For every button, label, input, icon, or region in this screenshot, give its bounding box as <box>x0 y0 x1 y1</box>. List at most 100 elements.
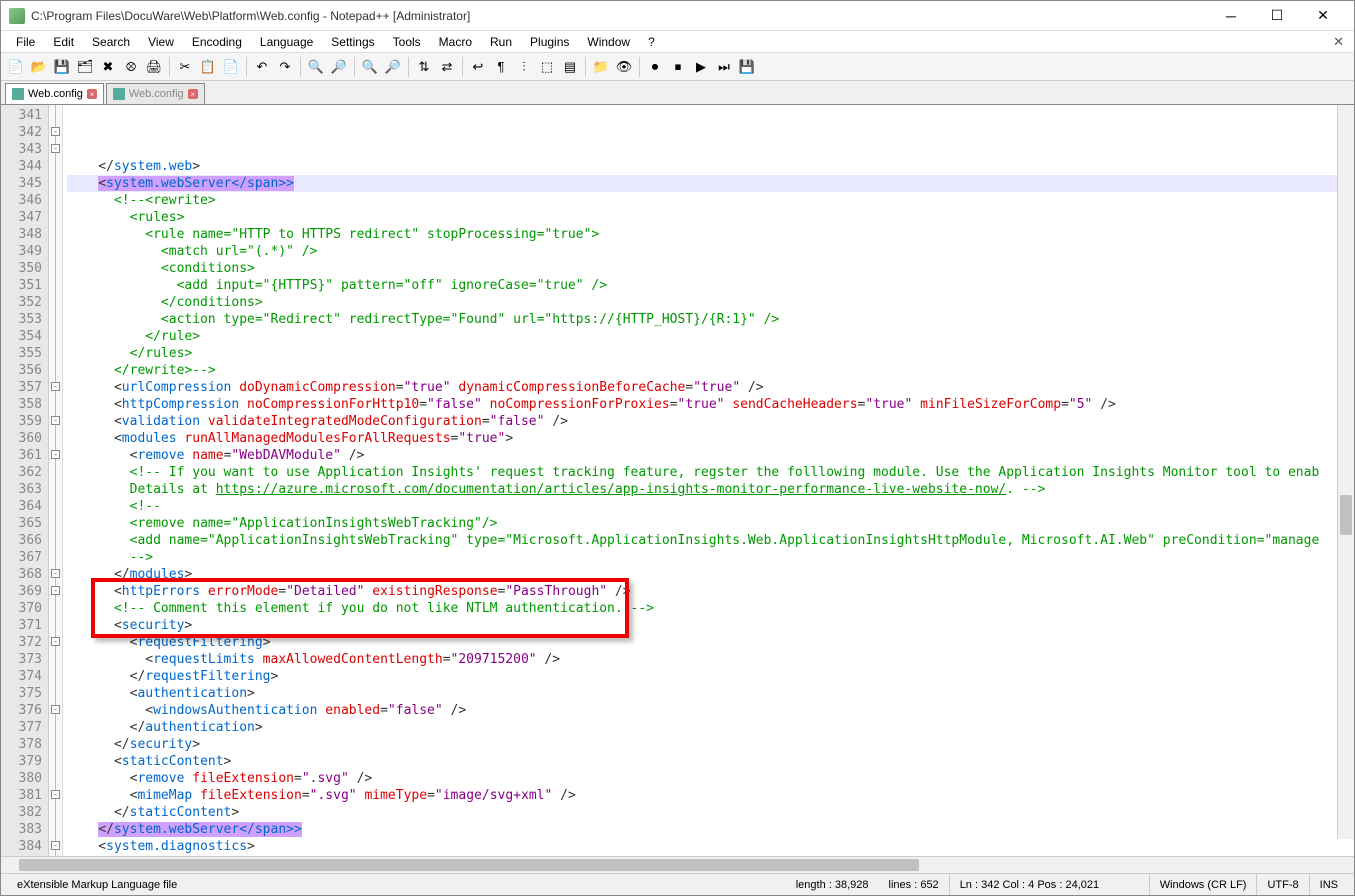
code-line[interactable]: </security> <box>67 736 1350 753</box>
sync-h-icon[interactable]: ⇄ <box>436 56 458 78</box>
code-line[interactable]: <staticContent> <box>67 753 1350 770</box>
sync-v-icon[interactable]: ⇅ <box>413 56 435 78</box>
open-icon[interactable]: 📂 <box>28 56 50 78</box>
find-icon[interactable]: 🔍 <box>305 56 327 78</box>
stop-icon[interactable]: ⏹ <box>667 56 689 78</box>
save-macro-icon[interactable]: 💾 <box>736 56 758 78</box>
replace-icon[interactable]: 🔎 <box>328 56 350 78</box>
link[interactable]: https://azure.microsoft.com/documentatio… <box>216 482 1007 497</box>
doc-map-icon[interactable]: ▤ <box>559 56 581 78</box>
code-line[interactable]: <validation validateIntegratedModeConfig… <box>67 413 1350 430</box>
code-line[interactable]: </modules> <box>67 566 1350 583</box>
code-line[interactable]: </conditions> <box>67 294 1350 311</box>
close-all-icon[interactable]: ⮾ <box>120 56 142 78</box>
code-line[interactable]: <urlCompression doDynamicCompression="tr… <box>67 379 1350 396</box>
fold-toggle-icon[interactable]: - <box>51 637 60 646</box>
code-content[interactable]: </system.web> <system.webServer</span>> … <box>63 105 1354 856</box>
code-line[interactable]: <remove name="ApplicationInsightsWebTrac… <box>67 515 1350 532</box>
code-line[interactable]: <authentication> <box>67 685 1350 702</box>
horizontal-scrollbar-thumb[interactable] <box>19 859 919 871</box>
minimize-button[interactable]: ─ <box>1208 1 1254 31</box>
code-line[interactable]: </rule> <box>67 328 1350 345</box>
code-line[interactable]: <remove name="WebDAVModule" /> <box>67 447 1350 464</box>
close-button[interactable]: ✕ <box>1300 1 1346 31</box>
code-line[interactable]: <add input="{HTTPS}" pattern="off" ignor… <box>67 277 1350 294</box>
tab-1[interactable]: Web.config× <box>106 83 205 104</box>
menu-run[interactable]: Run <box>481 32 521 52</box>
menu-macro[interactable]: Macro <box>430 32 481 52</box>
code-line[interactable]: --> <box>67 549 1350 566</box>
code-line[interactable]: </authentication> <box>67 719 1350 736</box>
code-line[interactable]: <requestLimits maxAllowedContentLength="… <box>67 651 1350 668</box>
zoom-out-icon[interactable]: 🔎 <box>382 56 404 78</box>
cut-icon[interactable]: ✂ <box>174 56 196 78</box>
fold-toggle-icon[interactable]: - <box>51 790 60 799</box>
code-line[interactable]: <!-- If you want to use Application Insi… <box>67 464 1350 481</box>
code-line[interactable]: <action type="Redirect" redirectType="Fo… <box>67 311 1350 328</box>
code-line[interactable]: </rewrite>--> <box>67 362 1350 379</box>
code-line[interactable]: <remove fileExtension=".svg" /> <box>67 770 1350 787</box>
menu-view[interactable]: View <box>139 32 183 52</box>
copy-icon[interactable]: 📋 <box>197 56 219 78</box>
new-file-icon[interactable]: 📄 <box>5 56 27 78</box>
save-icon[interactable]: 💾 <box>51 56 73 78</box>
code-line[interactable]: <httpErrors errorMode="Detailed" existin… <box>67 583 1350 600</box>
menubar-close-icon[interactable]: ✕ <box>1333 34 1344 50</box>
close-icon[interactable]: ✖ <box>97 56 119 78</box>
code-line[interactable]: <windowsAuthentication enabled="false" /… <box>67 702 1350 719</box>
menu-language[interactable]: Language <box>251 32 322 52</box>
menu-?[interactable]: ? <box>639 32 664 52</box>
tab-close-icon[interactable]: × <box>87 89 97 99</box>
fold-toggle-icon[interactable]: - <box>51 450 60 459</box>
menu-settings[interactable]: Settings <box>322 32 383 52</box>
fold-toggle-icon[interactable]: - <box>51 705 60 714</box>
code-line[interactable]: <conditions> <box>67 260 1350 277</box>
code-line[interactable]: <security> <box>67 617 1350 634</box>
editor-area[interactable]: 3413423433443453463473483493503513523533… <box>1 105 1354 856</box>
show-all-icon[interactable]: ¶ <box>490 56 512 78</box>
code-line[interactable]: <mimeMap fileExtension=".svg" mimeType="… <box>67 787 1350 804</box>
code-line[interactable]: <requestFiltering> <box>67 634 1350 651</box>
code-line[interactable]: <modules runAllManagedModulesForAllReque… <box>67 430 1350 447</box>
maximize-button[interactable]: ☐ <box>1254 1 1300 31</box>
paste-icon[interactable]: 📄 <box>220 56 242 78</box>
fold-toggle-icon[interactable]: - <box>51 144 60 153</box>
fold-margin[interactable]: ----------- <box>49 105 63 856</box>
code-line[interactable]: <rules> <box>67 209 1350 226</box>
code-line[interactable]: <system.diagnostics> <box>67 838 1350 855</box>
menu-window[interactable]: Window <box>578 32 639 52</box>
zoom-in-icon[interactable]: 🔍 <box>359 56 381 78</box>
menu-encoding[interactable]: Encoding <box>183 32 251 52</box>
code-line[interactable]: <add name="ApplicationInsightsWebTrackin… <box>67 532 1350 549</box>
wrap-icon[interactable]: ↩ <box>467 56 489 78</box>
fold-toggle-icon[interactable]: - <box>51 127 60 136</box>
menu-file[interactable]: File <box>7 32 44 52</box>
code-line[interactable]: </requestFiltering> <box>67 668 1350 685</box>
code-line[interactable]: <httpCompression noCompressionForHttp10=… <box>67 396 1350 413</box>
code-line[interactable]: </staticContent> <box>67 804 1350 821</box>
undo-icon[interactable]: ↶ <box>251 56 273 78</box>
code-line[interactable]: <match url="(.*)" /> <box>67 243 1350 260</box>
code-line[interactable]: <system.webServer</span>> <box>67 175 1350 192</box>
fold-toggle-icon[interactable]: - <box>51 569 60 578</box>
record-icon[interactable]: ⏺ <box>644 56 666 78</box>
horizontal-scrollbar[interactable] <box>1 856 1354 873</box>
fold-toggle-icon[interactable]: - <box>51 416 60 425</box>
code-line[interactable]: <!-- Comment this element if you do not … <box>67 600 1350 617</box>
vertical-scrollbar[interactable] <box>1337 105 1354 839</box>
code-line[interactable]: <!-- <box>67 498 1350 515</box>
menu-edit[interactable]: Edit <box>44 32 83 52</box>
code-line[interactable]: <rule name="HTTP to HTTPS redirect" stop… <box>67 226 1350 243</box>
redo-icon[interactable]: ↷ <box>274 56 296 78</box>
menu-tools[interactable]: Tools <box>384 32 430 52</box>
code-line[interactable]: </system.web> <box>67 158 1350 175</box>
folder-icon[interactable]: 📁 <box>590 56 612 78</box>
play-icon[interactable]: ▶ <box>690 56 712 78</box>
monitor-icon[interactable]: 👁 <box>613 56 635 78</box>
code-line[interactable]: </system.webServer</span>> <box>67 821 1350 838</box>
indent-guide-icon[interactable]: ⫶ <box>513 56 535 78</box>
code-line[interactable]: <!--<rewrite> <box>67 192 1350 209</box>
lang-icon[interactable]: ⬚ <box>536 56 558 78</box>
code-line[interactable]: </rules> <box>67 345 1350 362</box>
vertical-scrollbar-thumb[interactable] <box>1340 495 1352 535</box>
